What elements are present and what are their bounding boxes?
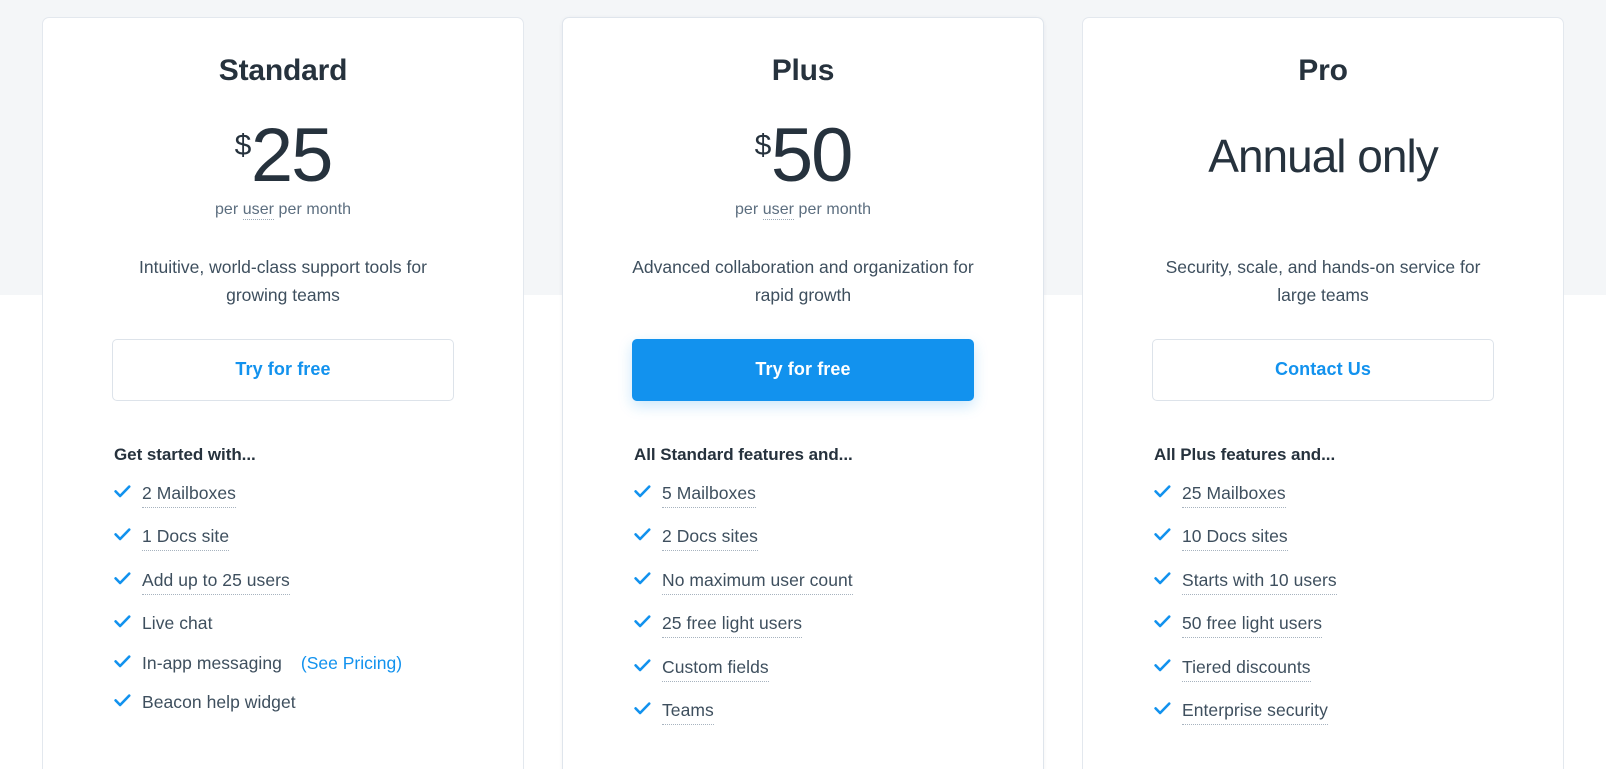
- check-icon: [1154, 571, 1171, 585]
- feature-row: Starts with 10 users: [1154, 570, 1519, 595]
- check-icon: [1154, 484, 1171, 498]
- feature-label[interactable]: No maximum user count: [662, 570, 853, 595]
- feature-label[interactable]: 5 Mailboxes: [662, 483, 756, 508]
- feature-row: No maximum user count: [634, 570, 999, 595]
- feature-label: In-app messaging: [142, 652, 282, 673]
- feature-label[interactable]: 2 Mailboxes: [142, 483, 236, 508]
- plan-tagline: Security, scale, and hands-on service fo…: [1165, 257, 1481, 306]
- plan-price-note: per user per month: [734, 201, 872, 220]
- feature-label[interactable]: Enterprise security: [1182, 700, 1328, 726]
- feature-label[interactable]: 10 Docs sites: [1182, 526, 1288, 552]
- plan-cta-button-pro[interactable]: Contact Us: [1152, 338, 1494, 401]
- plan-price-note-suffix: per month: [274, 201, 352, 218]
- plan-price-block: $25: [234, 113, 334, 199]
- feature-row: Add up to 25 users: [114, 570, 479, 595]
- feature-row: 50 free light users: [1154, 613, 1519, 639]
- plan-card-pro: ProAnnual only.Security, scale, and hand…: [1082, 17, 1564, 769]
- check-icon: [634, 702, 651, 715]
- plan-tagline: Intuitive, world-class support tools for…: [139, 257, 427, 306]
- plan-features-title: All Standard features and...: [634, 444, 853, 464]
- feature-label[interactable]: Custom fields: [662, 657, 769, 682]
- feature-label: Beacon help widget: [142, 692, 296, 713]
- plan-price: $25: [234, 113, 334, 199]
- plan-feature-list: All Plus features and... 25 Mailboxes 10 D…: [1127, 445, 1519, 744]
- plan-price-note-tooltip-term[interactable]: user: [242, 201, 275, 220]
- check-icon: [114, 571, 131, 585]
- feature-row: Live chat: [114, 613, 479, 634]
- feature-row: In-app messaging (See Pricing): [114, 653, 479, 674]
- feature-label[interactable]: Teams: [662, 700, 714, 726]
- feature-label[interactable]: Starts with 10 users: [1182, 570, 1337, 595]
- feature-label[interactable]: 1 Docs site: [142, 526, 230, 552]
- feature-label[interactable]: 50 free light users: [1182, 613, 1323, 639]
- check-icon: [114, 694, 131, 707]
- check-icon: [1154, 658, 1171, 672]
- plan-price-amount: 25: [250, 113, 334, 199]
- plan-cta-button-plus[interactable]: Try for free: [632, 338, 974, 401]
- feature-label: Live chat: [142, 613, 213, 634]
- feature-row: Teams: [634, 700, 999, 726]
- plan-name: Plus: [771, 54, 835, 87]
- feature-row: Custom fields: [634, 657, 999, 682]
- check-icon: [634, 615, 651, 628]
- plan-name: Pro: [1298, 54, 1348, 87]
- feature-row: Enterprise security: [1154, 700, 1519, 726]
- feature-row: 10 Docs sites: [1154, 526, 1519, 552]
- check-icon: [1154, 702, 1171, 715]
- plan-price-amount: 50: [770, 113, 854, 199]
- check-icon: [114, 654, 131, 668]
- feature-row: 25 free light users: [634, 613, 999, 639]
- plan-cta-button-standard[interactable]: Try for free: [112, 338, 454, 401]
- check-icon: [634, 484, 651, 498]
- feature-row: 1 Docs site: [114, 526, 479, 552]
- feature-row: 25 Mailboxes: [1154, 483, 1519, 508]
- check-icon: [114, 484, 131, 498]
- plan-price-block: Annual only: [1208, 117, 1438, 195]
- plan-features-title: Get started with...: [114, 444, 256, 464]
- plan-price-block: $50: [754, 113, 854, 199]
- plan-price-note: per user per month: [214, 201, 352, 220]
- check-icon: [634, 571, 651, 585]
- plan-feature-list: Get started with... 2 Mailboxes 1 Docs sit…: [87, 445, 479, 732]
- plan-price-currency: $: [234, 129, 252, 163]
- check-icon: [634, 658, 651, 672]
- feature-row: Tiered discounts: [1154, 657, 1519, 682]
- plan-feature-list: All Standard features and... 5 Mailboxes 2…: [607, 445, 999, 744]
- feature-label[interactable]: 25 free light users: [662, 613, 803, 639]
- feature-label[interactable]: 2 Docs sites: [662, 526, 758, 552]
- plan-name: Standard: [218, 54, 348, 87]
- feature-label[interactable]: Add up to 25 users: [142, 570, 290, 595]
- check-icon: [1154, 615, 1171, 628]
- plan-price-note-prefix: per: [734, 201, 763, 218]
- check-icon: [114, 528, 131, 541]
- plan-card-standard: Standard $25 per user per month Intuitive, …: [42, 17, 524, 769]
- feature-row: Beacon help widget: [114, 692, 479, 713]
- feature-row: 5 Mailboxes: [634, 483, 999, 508]
- plan-price: $50: [754, 113, 854, 199]
- feature-label[interactable]: Tiered discounts: [1182, 657, 1311, 682]
- check-icon: [634, 528, 651, 541]
- pricing-plan-list: Standard $25 per user per month Intuitive, …: [0, 0, 1606, 769]
- feature-see-pricing-link[interactable]: (See Pricing): [301, 653, 402, 674]
- plan-price-alt: Annual only: [1208, 130, 1438, 182]
- feature-row: 2 Docs sites: [634, 526, 999, 552]
- plan-features-title: All Plus features and...: [1154, 444, 1336, 464]
- plan-price-note-suffix: per month: [794, 201, 872, 218]
- plan-price-note-tooltip-term[interactable]: user: [762, 201, 795, 220]
- plan-price-currency: $: [754, 129, 772, 163]
- feature-row: 2 Mailboxes: [114, 483, 479, 508]
- plan-price-note-prefix: per: [214, 201, 243, 218]
- check-icon: [114, 615, 131, 628]
- check-icon: [1154, 528, 1171, 541]
- plan-card-plus: Plus $50 per user per month Advanced collab…: [562, 17, 1044, 769]
- feature-label[interactable]: 25 Mailboxes: [1182, 483, 1286, 508]
- plan-tagline: Advanced collaboration and organization …: [632, 257, 974, 306]
